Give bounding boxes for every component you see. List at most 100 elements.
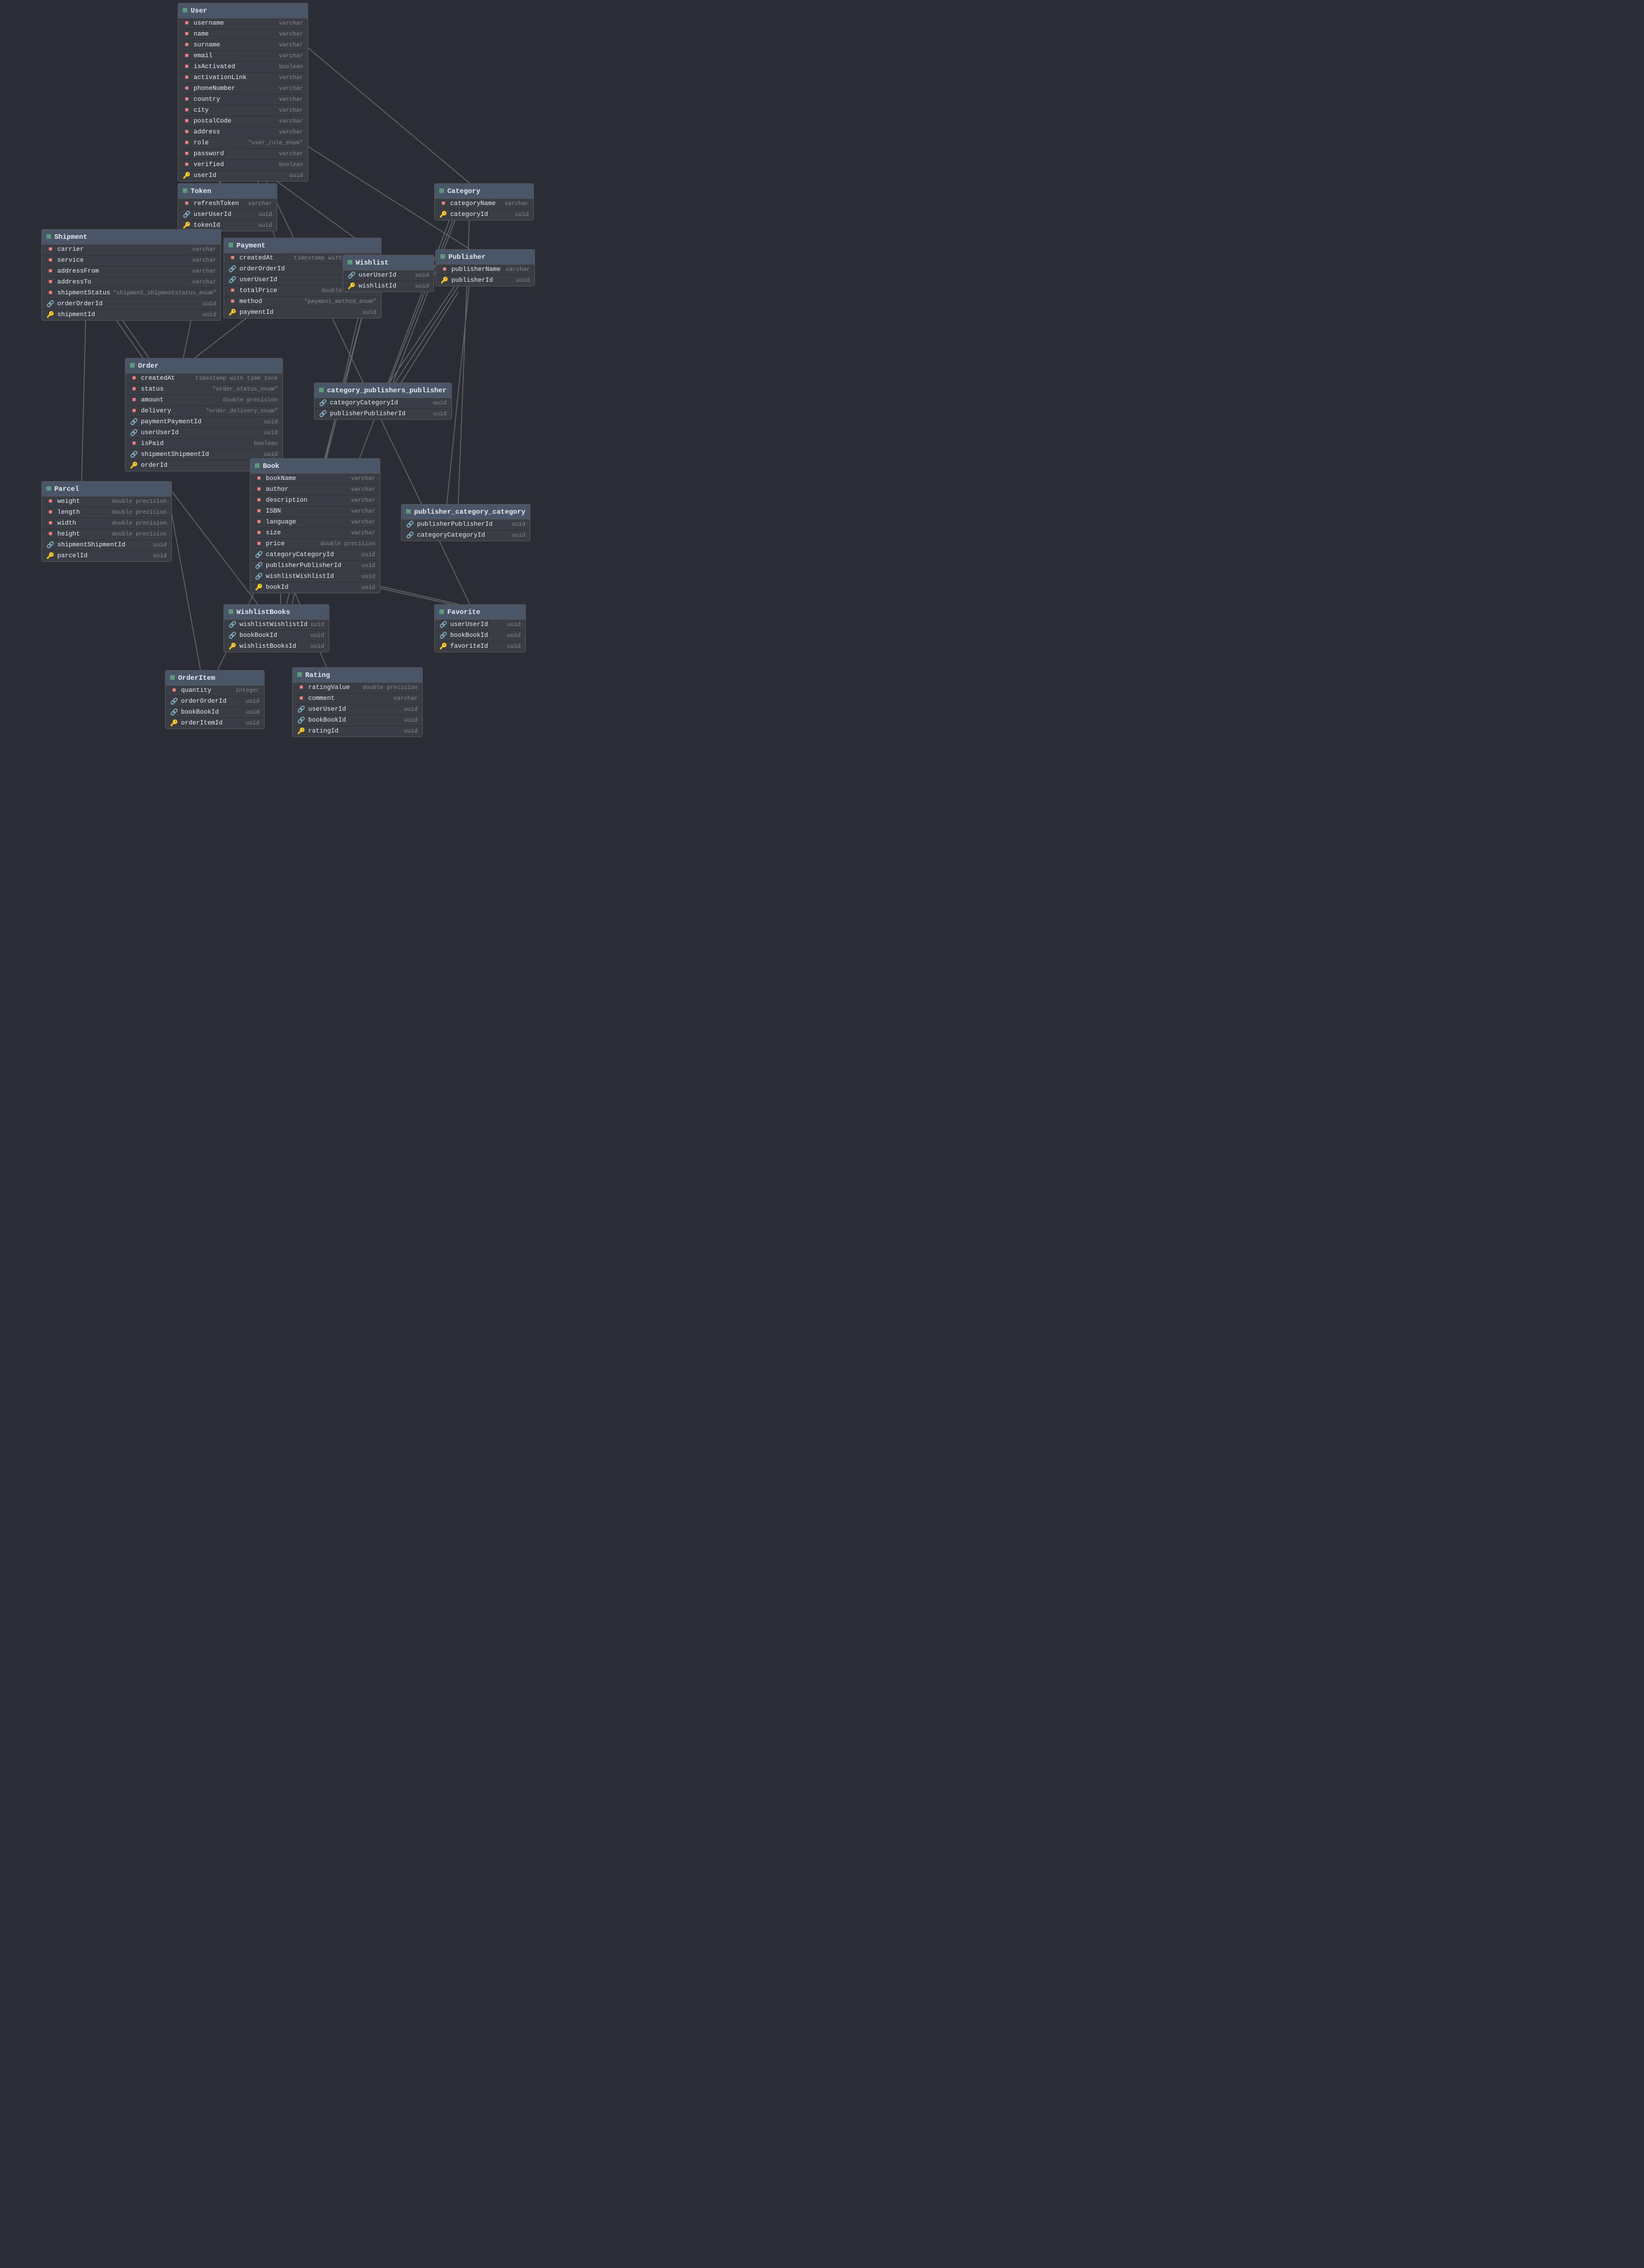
field-name-order-1: status xyxy=(141,386,192,393)
field-icon-field: ■ xyxy=(183,150,191,158)
field-name-payment-0: createdAt xyxy=(239,255,291,262)
field-type-publisher_category_category-1: uuid xyxy=(512,533,525,539)
field-row-order-6: ■isPaidboolean xyxy=(125,439,282,450)
entity-header-parcel: ⊞Parcel xyxy=(42,482,171,497)
field-icon-fk: 🔗 xyxy=(229,632,237,640)
field-name-order-8: orderId xyxy=(141,462,192,469)
field-row-user-0: ■usernamevarchar xyxy=(178,18,308,29)
field-name-user-11: role xyxy=(194,140,245,147)
field-name-parcel-3: height xyxy=(57,531,109,538)
field-name-user-9: postalCode xyxy=(194,118,245,125)
field-type-wishlist-0: uuid xyxy=(415,273,429,279)
table-icon: ⊞ xyxy=(439,187,444,195)
field-icon-pk: 🔑 xyxy=(130,462,138,470)
field-row-shipment-5: 🔗orderOrderIduuid xyxy=(42,299,221,310)
field-type-book-1: varchar xyxy=(351,487,375,493)
field-name-publisher_category_category-0: publisherPublisherId xyxy=(417,521,493,528)
field-name-shipment-3: addressTo xyxy=(57,279,109,286)
field-icon-pk: 🔑 xyxy=(46,311,54,319)
field-name-user-14: userId xyxy=(194,172,245,179)
field-row-user-9: ■postalCodevarchar xyxy=(178,116,308,127)
field-name-order-7: shipmentShipmentId xyxy=(141,451,209,458)
field-name-wishlist-0: userUserId xyxy=(359,272,410,279)
entity-header-user: ⊞User xyxy=(178,3,308,18)
field-type-user-13: boolean xyxy=(279,162,303,168)
field-icon-fk: 🔗 xyxy=(46,300,54,308)
field-icon-fk: 🔗 xyxy=(130,429,138,437)
field-row-orderitem-3: 🔑orderItemIduuid xyxy=(166,718,264,729)
field-row-order-2: ■amountdouble precision xyxy=(125,395,282,406)
field-type-book-4: varchar xyxy=(351,519,375,526)
field-row-user-8: ■cityvarchar xyxy=(178,105,308,116)
entity-title-category: Category xyxy=(447,187,481,195)
field-name-shipment-1: service xyxy=(57,257,109,264)
field-row-orderitem-0: ■quantityinteger xyxy=(166,686,264,696)
field-row-rating-2: 🔗userUserIduuid xyxy=(293,704,422,715)
field-name-book-5: size xyxy=(266,530,317,537)
field-row-parcel-5: 🔑parcelIduuid xyxy=(42,551,171,561)
field-type-favorite-1: uuid xyxy=(507,633,521,639)
field-icon-field: ■ xyxy=(255,497,263,505)
field-row-book-0: ■bookNamevarchar xyxy=(250,474,380,485)
field-icon-fk: 🔗 xyxy=(183,211,191,219)
field-row-payment-5: 🔑paymentIduuid xyxy=(224,308,381,318)
field-icon-field: ■ xyxy=(255,475,263,483)
field-type-token-0: varchar xyxy=(248,201,272,207)
field-row-shipment-2: ■addressFromvarchar xyxy=(42,266,221,277)
field-icon-field: ■ xyxy=(297,695,305,703)
field-type-wishlist-1: uuid xyxy=(415,284,429,290)
field-name-favorite-1: bookBookId xyxy=(450,632,502,639)
field-name-parcel-4: shipmentShipmentId xyxy=(57,542,125,549)
field-icon-field: ■ xyxy=(46,519,54,527)
erd-diagram: ⊞User■usernamevarchar■namevarchar■surnam… xyxy=(0,0,550,756)
field-name-token-2: tokenId xyxy=(194,222,245,229)
field-row-rating-0: ■ratingValuedouble precision xyxy=(293,683,422,694)
field-row-shipment-1: ■servicevarchar xyxy=(42,255,221,266)
field-name-user-0: username xyxy=(194,20,245,27)
field-name-user-13: verified xyxy=(194,162,245,168)
field-name-favorite-0: userUserId xyxy=(450,621,502,628)
field-name-orderitem-0: quantity xyxy=(181,687,233,694)
entity-title-wishlist: Wishlist xyxy=(356,259,389,267)
field-row-favorite-0: 🔗userUserIduuid xyxy=(435,620,525,631)
field-type-shipment-0: varchar xyxy=(192,247,216,253)
field-name-book-7: categoryCategoryId xyxy=(266,552,334,558)
entity-order: ⊞Order■createdAttimestamp with time zone… xyxy=(125,358,283,471)
field-type-favorite-0: uuid xyxy=(507,622,521,628)
field-name-parcel-0: weight xyxy=(57,498,109,505)
field-name-wishlistbooks-1: bookBookId xyxy=(239,632,291,639)
entity-title-book: Book xyxy=(263,462,280,470)
field-type-order-1: "order_status_enum" xyxy=(213,387,278,393)
field-type-user-0: varchar xyxy=(279,21,303,27)
field-row-publisher-1: 🔑publisherIduuid xyxy=(436,275,534,286)
field-icon-pk: 🔑 xyxy=(229,643,237,651)
field-type-shipment-3: varchar xyxy=(192,279,216,286)
entity-title-publisher_category_category: publisher_category_category xyxy=(414,508,525,516)
field-row-publisher-0: ■publisherNamevarchar xyxy=(436,265,534,275)
entity-category: ⊞Category■categoryNamevarchar🔑categoryId… xyxy=(434,183,534,220)
field-type-shipment-1: varchar xyxy=(192,258,216,264)
field-icon-field: ■ xyxy=(130,385,138,393)
field-type-rating-2: uuid xyxy=(404,707,418,713)
field-icon-pk: 🔑 xyxy=(439,643,447,651)
field-row-user-1: ■namevarchar xyxy=(178,29,308,40)
entity-publisher: ⊞Publisher■publisherNamevarchar🔑publishe… xyxy=(435,249,535,286)
field-name-publisher-0: publisherName xyxy=(451,266,503,273)
entity-shipment: ⊞Shipment■carriervarchar■servicevarchar■… xyxy=(41,229,221,321)
field-row-book-5: ■sizevarchar xyxy=(250,528,380,539)
entity-publisher_category_category: ⊞publisher_category_category🔗publisherPu… xyxy=(401,504,530,541)
field-type-parcel-4: uuid xyxy=(153,542,167,549)
field-type-user-11: "user_role_enum" xyxy=(248,140,303,147)
entity-favorite: ⊞Favorite🔗userUserIduuid🔗bookBookIduuid🔑… xyxy=(434,604,526,652)
field-icon-field: ■ xyxy=(229,254,237,262)
table-icon: ⊞ xyxy=(46,233,51,241)
entity-title-payment: Payment xyxy=(237,242,265,250)
field-name-book-2: description xyxy=(266,497,317,504)
field-type-wishlistbooks-0: uuid xyxy=(310,622,324,628)
entity-header-token: ⊞Token xyxy=(178,184,277,199)
field-row-token-1: 🔗userUserIduuid xyxy=(178,210,277,220)
field-row-parcel-4: 🔗shipmentShipmentIduuid xyxy=(42,540,171,551)
field-icon-fk: 🔗 xyxy=(255,573,263,581)
field-icon-fk: 🔗 xyxy=(255,551,263,559)
field-row-rating-4: 🔑ratingIduuid xyxy=(293,726,422,737)
